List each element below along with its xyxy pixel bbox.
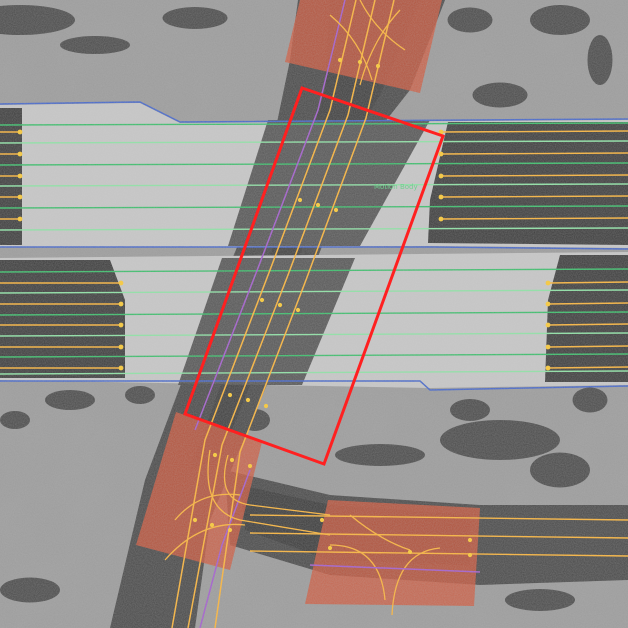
- map-canvas[interactable]: Motion Body: [0, 0, 628, 628]
- map-label: Motion Body: [374, 183, 418, 191]
- pointcloud-grain: [0, 0, 628, 628]
- hd-map-viewport[interactable]: Motion Body: [0, 0, 628, 628]
